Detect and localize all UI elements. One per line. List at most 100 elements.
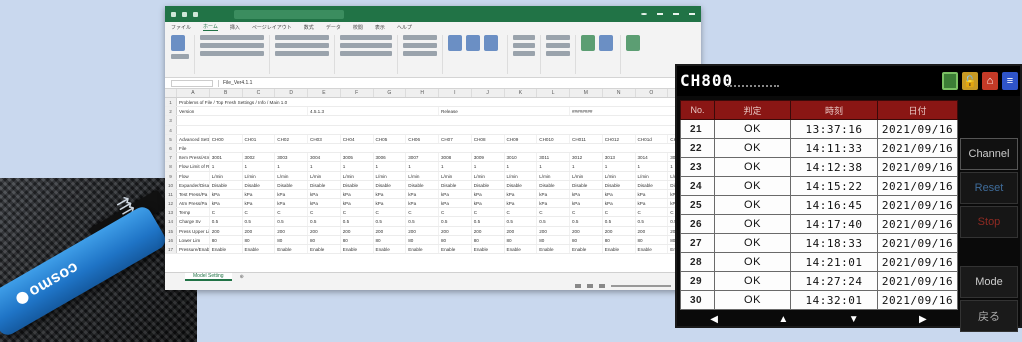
table-cell[interactable]: Disable	[374, 180, 407, 189]
table-cell[interactable]: 80	[308, 235, 341, 244]
table-cell[interactable]: 1	[537, 162, 570, 171]
table-cell[interactable]: Disable	[406, 180, 439, 189]
table-cell[interactable]: 0.5	[341, 217, 374, 226]
table-cell[interactable]: 200	[505, 226, 538, 235]
cell-style-icon[interactable]	[484, 35, 498, 51]
column-header[interactable]	[165, 89, 177, 97]
row-label[interactable]: Charge Sv	[177, 217, 210, 226]
save-icon[interactable]	[182, 11, 187, 17]
column-header[interactable]: H	[406, 89, 439, 97]
row-label[interactable]: Flow	[177, 171, 210, 180]
table-cell[interactable]: 0.5	[636, 217, 669, 226]
table-cell[interactable]: 80	[636, 235, 669, 244]
table-cell[interactable]: CH012	[603, 134, 636, 143]
search-box[interactable]	[234, 9, 344, 19]
column-header[interactable]: J	[472, 89, 505, 97]
table-cell[interactable]: L/min	[439, 171, 472, 180]
maximize-icon[interactable]	[673, 13, 679, 15]
reset-button[interactable]: Reset	[960, 172, 1018, 204]
menu-help[interactable]: ヘルプ	[397, 24, 412, 31]
table-cell[interactable]: kPa	[439, 199, 472, 208]
table-cell[interactable]: kPa	[636, 199, 669, 208]
table-cell[interactable]: L/min	[210, 171, 243, 180]
table-cell[interactable]: CH05	[374, 134, 407, 143]
table-cell[interactable]: Disable	[308, 180, 341, 189]
table-cell[interactable]: 200	[243, 226, 276, 235]
table-cell[interactable]: Enable	[570, 245, 603, 254]
table-cell[interactable]: kPa	[374, 189, 407, 199]
column-header[interactable]: M	[570, 89, 603, 97]
table-cell[interactable]: C	[243, 208, 276, 217]
table-cell[interactable]: kPa	[636, 189, 669, 199]
row-number[interactable]: 16	[165, 235, 177, 244]
table-cell[interactable]: 3013	[603, 153, 636, 162]
table-cell[interactable]: 1	[505, 162, 538, 171]
table-row[interactable]: 28 OK 14:21:01 2021/09/16	[680, 252, 958, 272]
avatar[interactable]	[641, 13, 647, 15]
table-cell[interactable]: 0.5	[210, 217, 243, 226]
column-header[interactable]: D	[275, 89, 308, 97]
sheet-tab-model-setting[interactable]: Model Setting	[185, 273, 232, 281]
column-header[interactable]: E	[308, 89, 341, 97]
table-cell[interactable]: C	[472, 208, 505, 217]
table-cell[interactable]: CH010	[537, 134, 570, 143]
table-row[interactable]: 25 OK 14:16:45 2021/09/16	[680, 195, 958, 215]
table-cell[interactable]: kPa	[210, 189, 243, 199]
table-cell[interactable]: 0.5	[505, 217, 538, 226]
table-cell[interactable]: Enable	[275, 245, 308, 254]
table-row[interactable]: 21 OK 13:37:16 2021/09/16	[680, 119, 958, 139]
table-cell[interactable]: 3014	[636, 153, 669, 162]
table-cell[interactable]: 1	[439, 162, 472, 171]
menu-insert[interactable]: 挿入	[230, 24, 240, 31]
table-cell[interactable]: CH09	[505, 134, 538, 143]
table-cell[interactable]: CH011	[570, 134, 603, 143]
table-cell[interactable]: 0.5	[308, 217, 341, 226]
table-cell[interactable]: 200	[439, 226, 472, 235]
table-cell[interactable]: Enable	[472, 245, 505, 254]
minimize-icon[interactable]	[657, 13, 663, 15]
table-cell[interactable]: 200	[210, 226, 243, 235]
table-cell[interactable]: kPa	[243, 189, 276, 199]
table-cell[interactable]: L/min	[341, 171, 374, 180]
table-cell[interactable]: 3002	[243, 153, 276, 162]
table-cell[interactable]: Disable	[603, 180, 636, 189]
table-cell[interactable]: C	[505, 208, 538, 217]
table-cell[interactable]: 80	[341, 235, 374, 244]
table-cell[interactable]: CH03	[308, 134, 341, 143]
table-cell[interactable]: C	[210, 208, 243, 217]
table-cell[interactable]: L/min	[243, 171, 276, 180]
table-cell[interactable]: 200	[636, 226, 669, 235]
table-cell[interactable]: kPa	[570, 189, 603, 199]
table-row[interactable]: 22 OK 14:11:33 2021/09/16	[680, 138, 958, 158]
table-cell[interactable]: L/min	[374, 171, 407, 180]
row-label[interactable]: Lower Lim	[177, 235, 210, 244]
table-cell[interactable]: Enable	[341, 245, 374, 254]
table-cell[interactable]: CH01	[243, 134, 276, 143]
table-cell[interactable]: 3003	[275, 153, 308, 162]
table-cell[interactable]: 3010	[505, 153, 538, 162]
table-cell[interactable]: C	[603, 208, 636, 217]
table-cell[interactable]: Disable	[537, 180, 570, 189]
table-cell[interactable]: Enable	[636, 245, 669, 254]
table-cell[interactable]: 200	[570, 226, 603, 235]
back-button[interactable]: 戻る	[960, 300, 1018, 332]
menu-review[interactable]: 校閲	[353, 24, 363, 31]
table-cell[interactable]: 1	[308, 162, 341, 171]
paste-icon[interactable]	[171, 35, 185, 51]
monitor-icon[interactable]	[942, 72, 958, 90]
table-cell[interactable]: Disable	[341, 180, 374, 189]
row-number[interactable]: 10	[165, 180, 177, 189]
table-cell[interactable]: 3009	[472, 153, 505, 162]
table-cell[interactable]: 0.5	[472, 217, 505, 226]
zoom-slider[interactable]	[611, 284, 671, 287]
table-cell[interactable]: Enable	[537, 245, 570, 254]
find-icon[interactable]	[599, 35, 613, 51]
table-cell[interactable]: Enable	[308, 245, 341, 254]
table-cell[interactable]: 1	[275, 162, 308, 171]
table-cell[interactable]: 0.5	[243, 217, 276, 226]
table-cell[interactable]: 80	[406, 235, 439, 244]
table-cell[interactable]: 80	[603, 235, 636, 244]
table-cell[interactable]: 3006	[374, 153, 407, 162]
table-cell[interactable]: 3008	[439, 153, 472, 162]
table-cell[interactable]: kPa	[243, 199, 276, 208]
